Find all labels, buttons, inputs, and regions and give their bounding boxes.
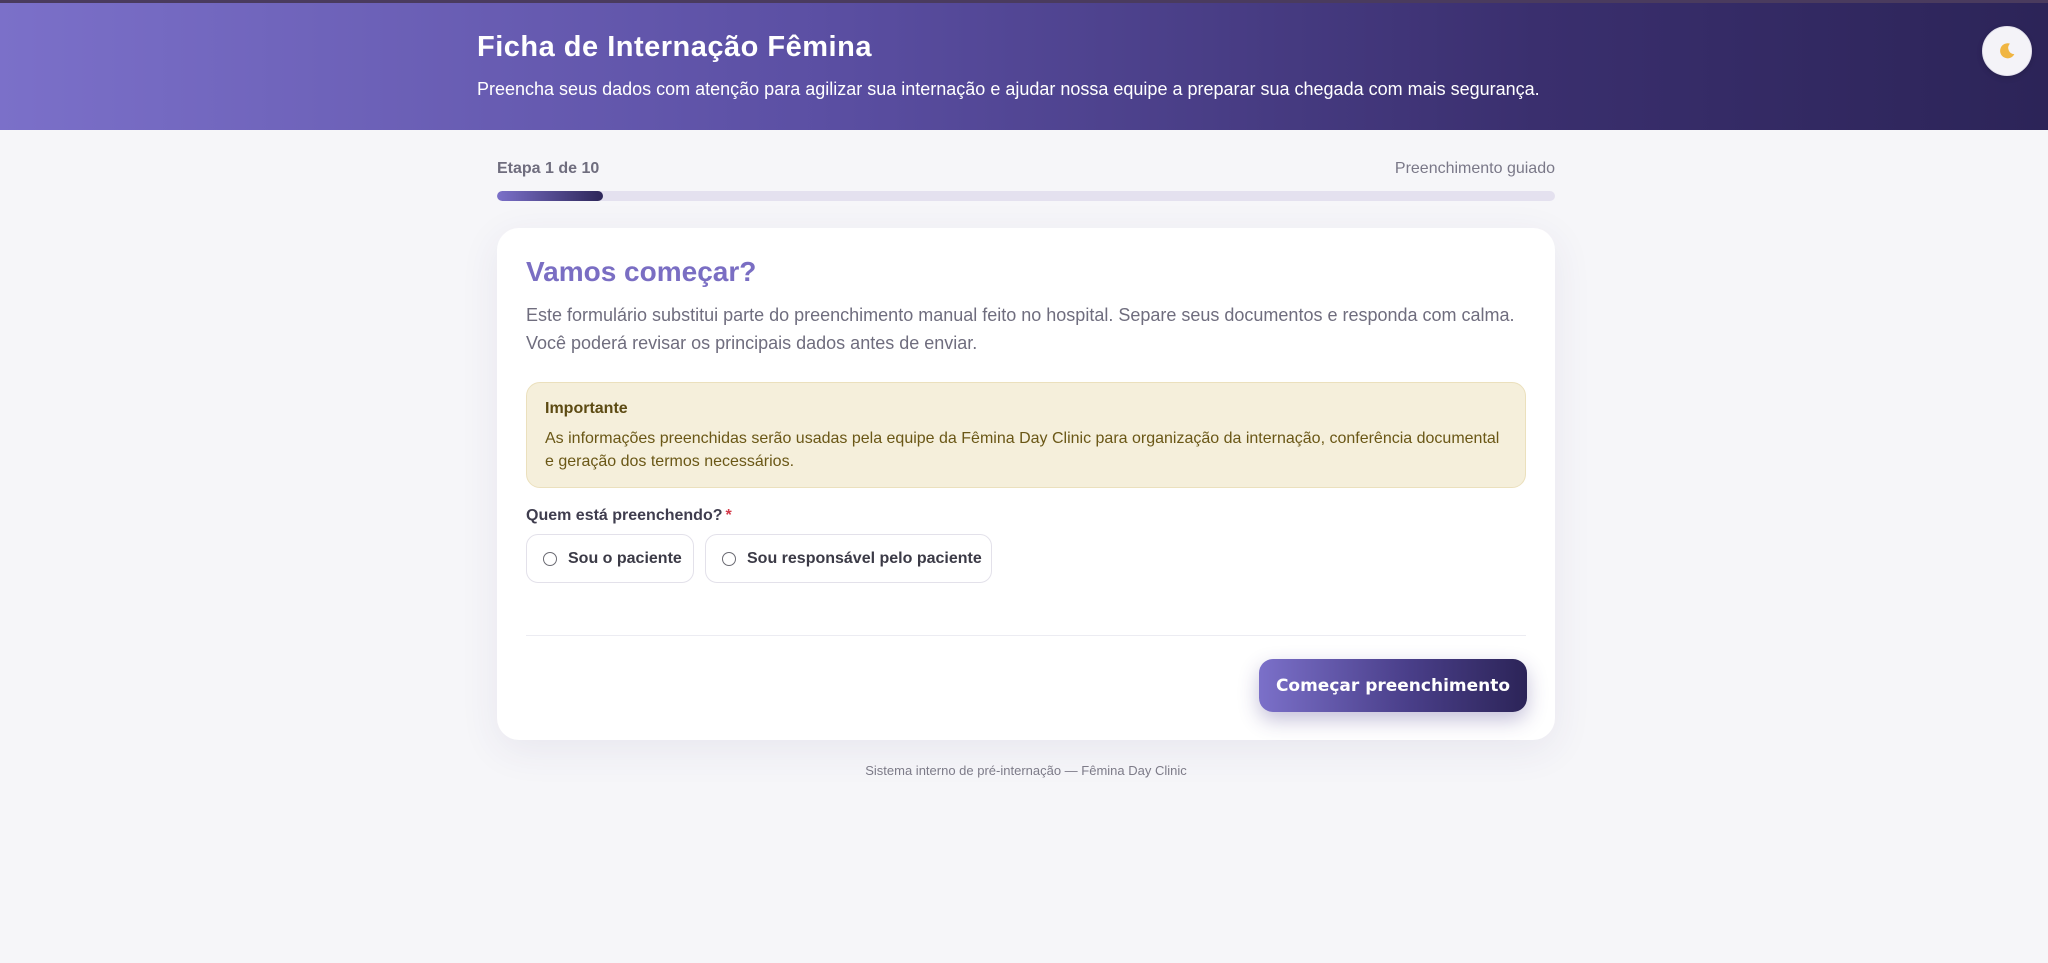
notice-body: As informações preenchidas serão usadas … xyxy=(545,430,1500,470)
question-label: Quem está preenchendo? * xyxy=(526,507,732,525)
start-filling-button[interactable]: Começar preenchimento xyxy=(1259,659,1527,712)
footer-text: Sistema interno de pré-internação — Fêmi… xyxy=(865,763,1187,778)
radio-option-guardian[interactable]: Sou responsável pelo paciente xyxy=(705,534,992,583)
step-indicator: Etapa 1 de 10 xyxy=(497,160,600,177)
page-header: Ficha de Internação Fêmina Preencha seus… xyxy=(0,0,2048,130)
moon-icon xyxy=(2000,43,2015,59)
important-notice: Importante As informações preenchidas se… xyxy=(526,382,1526,488)
card-title: Vamos começar? xyxy=(526,256,757,287)
page-title: Ficha de Internação Fêmina xyxy=(477,31,872,63)
radio-option-label: Sou responsável pelo paciente xyxy=(747,549,982,567)
radio-button[interactable] xyxy=(543,551,557,566)
required-mark: * xyxy=(725,507,732,524)
progress-bar-fill xyxy=(497,191,603,201)
fill-mode-label: Preenchimento guiado xyxy=(1394,160,1555,177)
radio-option-patient[interactable]: Sou o paciente xyxy=(526,534,694,583)
radio-button[interactable] xyxy=(722,551,736,566)
question-text: Quem está preenchendo? xyxy=(526,507,723,524)
page-subtitle: Preencha seus dados com atenção para agi… xyxy=(477,79,1540,99)
progress-bar xyxy=(497,191,1555,201)
card-description: Este formulário substitui parte do preen… xyxy=(526,305,1515,353)
divider xyxy=(526,635,1526,636)
theme-toggle-button[interactable] xyxy=(1982,26,2032,76)
radio-option-label: Sou o paciente xyxy=(568,549,682,567)
notice-title: Importante xyxy=(545,400,628,417)
form-card: Vamos começar? Este formulário substitui… xyxy=(497,228,1555,740)
